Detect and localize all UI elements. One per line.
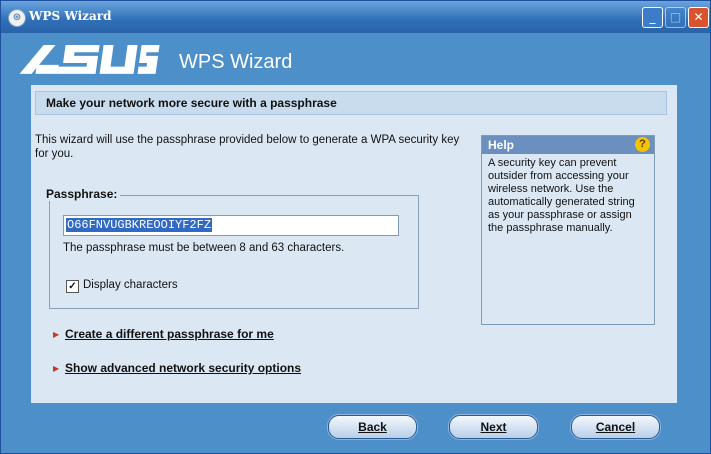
display-characters-label[interactable]: Display characters <box>83 279 178 291</box>
advanced-link-arrow-icon: ▶ <box>53 364 60 373</box>
wps-wizard-window: ⊛ WPS Wizard _ □ ✕ WPS Wizard Make your … <box>0 0 711 454</box>
help-text: A security key can prevent outsider from… <box>488 157 635 234</box>
app-icon: ⊛ <box>8 9 26 27</box>
help-header: Help ? <box>482 136 654 154</box>
help-title: Help <box>488 138 515 152</box>
advanced-security-link[interactable]: Show advanced network security options <box>65 361 301 375</box>
passphrase-legend: Passphrase: <box>43 187 121 201</box>
intro-text: This wizard will use the passphrase prov… <box>35 134 460 160</box>
minimize-button[interactable]: _ <box>642 7 663 28</box>
asus-logo-graphic <box>19 45 160 74</box>
window-title: WPS Wizard <box>29 9 112 23</box>
create-link-arrow-icon: ▶ <box>53 330 60 339</box>
next-button[interactable]: Next <box>449 415 538 439</box>
title-bar[interactable]: ⊛ WPS Wizard _ □ ✕ <box>1 1 710 33</box>
passphrase-hint: The passphrase must be between 8 and 63 … <box>63 242 345 254</box>
content-panel: Make your network more secure with a pas… <box>31 85 677 403</box>
back-button[interactable]: Back <box>328 415 417 439</box>
passphrase-value: O66FNVUGBKREOOIYF2FZ <box>66 218 213 232</box>
passphrase-input[interactable]: O66FNVUGBKREOOIYF2FZ <box>63 215 399 236</box>
section-heading: Make your network more secure with a pas… <box>35 91 667 115</box>
question-icon: ? <box>635 137 650 152</box>
maximize-button[interactable]: □ <box>665 7 686 28</box>
help-panel: Help ? A security key can prevent outsid… <box>481 135 655 325</box>
wizard-header: WPS Wizard <box>1 33 710 85</box>
display-characters-checkbox[interactable]: ✓ <box>66 280 79 293</box>
header-title: WPS Wizard <box>179 51 293 73</box>
close-button[interactable]: ✕ <box>688 7 709 28</box>
create-passphrase-link[interactable]: Create a different passphrase for me <box>65 327 274 341</box>
asus-logo <box>16 41 162 85</box>
cancel-button[interactable]: Cancel <box>571 415 660 439</box>
